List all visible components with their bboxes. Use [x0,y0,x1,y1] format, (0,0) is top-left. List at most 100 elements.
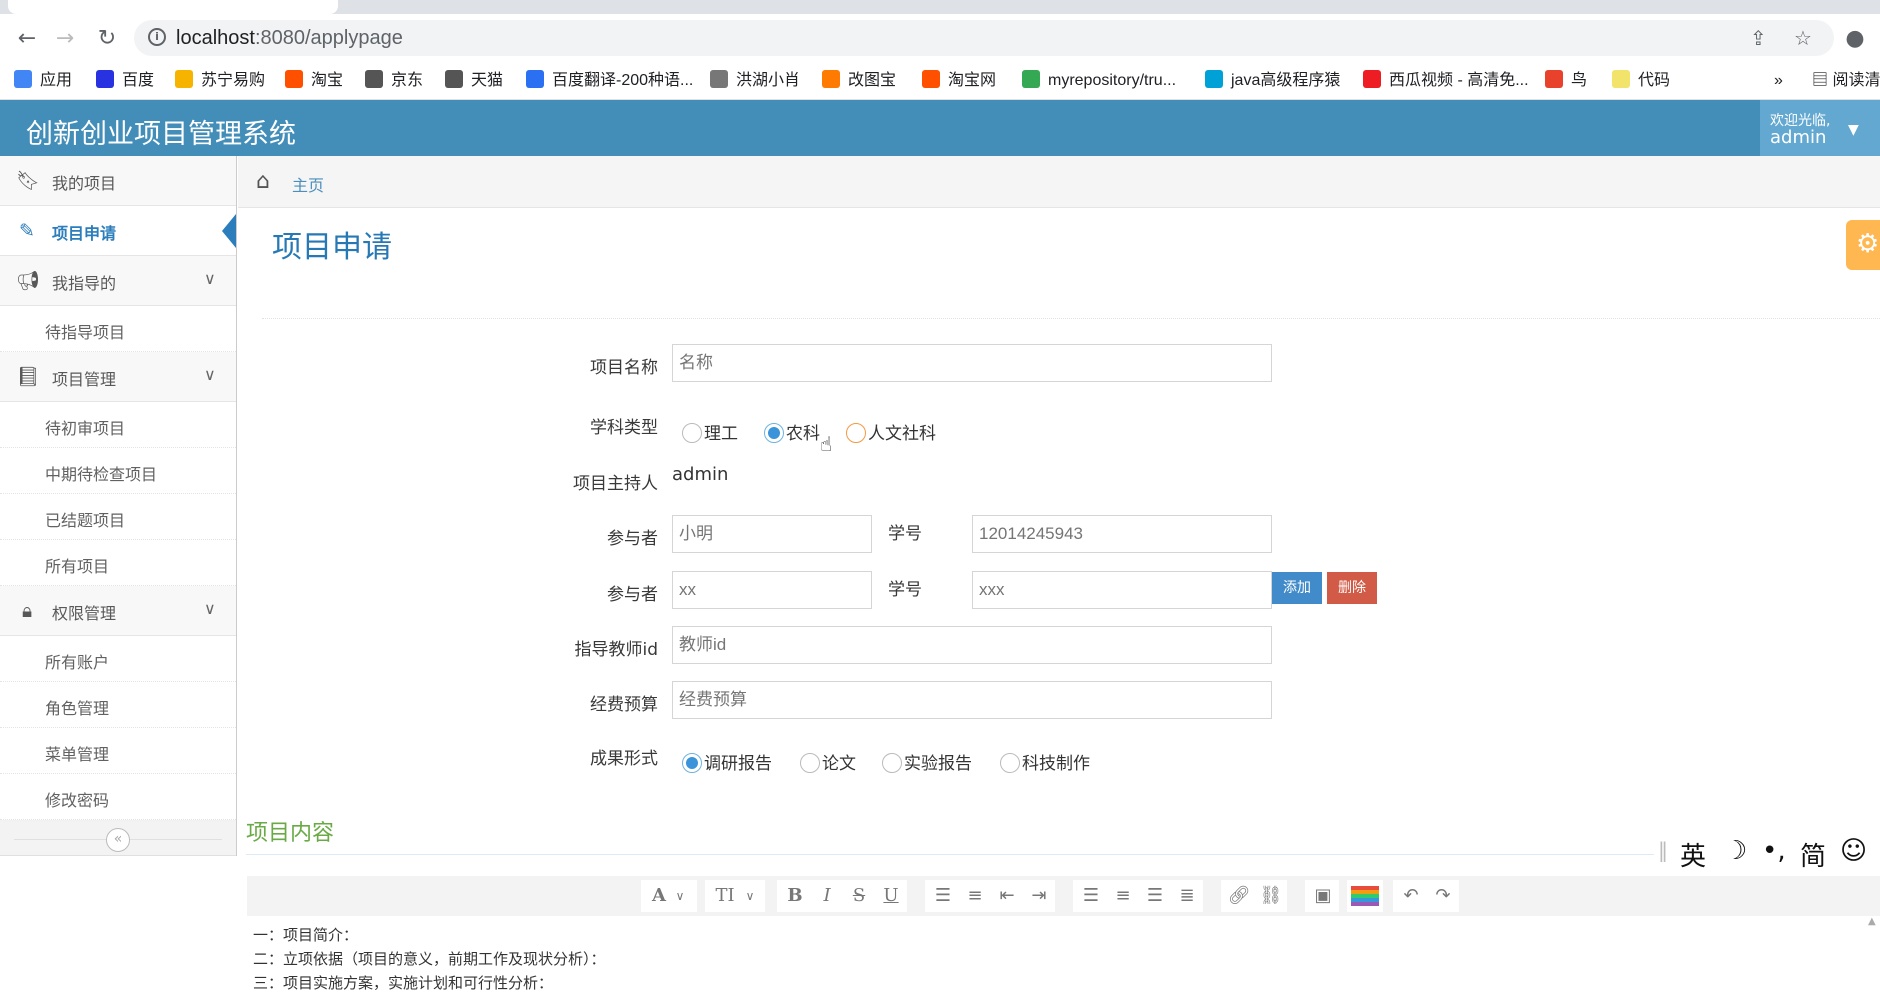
browser-tab[interactable] [8,0,338,14]
sidebar-subitem-roles[interactable]: 角色管理 [0,682,236,728]
scroll-up-icon[interactable]: ▲ [1868,916,1880,930]
sidebar-subitem-change-password[interactable]: 修改密码 [0,774,236,820]
sidebar-subitem-midterm[interactable]: 中期待检查项目 [0,448,236,494]
result-radio-experiment[interactable]: 实验报告 [882,749,972,774]
bookmark-item[interactable]: 淘宝网 [922,70,996,92]
unlink-icon[interactable]: ⛓ [1253,880,1289,912]
student-id-input[interactable] [972,515,1272,553]
bookmark-item[interactable]: 应用 [14,70,72,92]
sidebar-subitem-menus[interactable]: 菜单管理 [0,728,236,774]
bookmark-item[interactable]: 改图宝 [822,70,896,92]
bookmark-item[interactable]: java高级程序猿 [1205,70,1340,92]
sidebar-item-my-projects[interactable]: 🔖︎ 我的项目 [0,156,236,206]
underline-icon[interactable]: U [873,880,909,912]
link-icon[interactable]: 🔗︎ [1221,880,1257,912]
breadcrumb-home[interactable]: 主页 [292,172,324,196]
bookmark-item[interactable]: 天猫 [445,70,503,92]
sidebar-subitem-label: 角色管理 [45,699,110,718]
sidebar-item-apply[interactable]: ✎ 项目申请 [0,206,236,256]
emoji-icon[interactable]: ☺ [1840,836,1867,866]
student-id-input[interactable] [972,571,1272,609]
result-radio-tech[interactable]: 科技制作 [1000,749,1090,774]
subject-radio-agriculture[interactable]: 农科 [764,419,820,444]
bookmark-item[interactable]: 苏宁易购 [175,70,265,92]
radio-button[interactable] [882,753,902,773]
font-color-dropdown[interactable]: A ∨ [641,880,697,912]
color-palette-icon[interactable]: . [1351,886,1379,906]
sidebar-item-guided[interactable]: 📢︎ 我指导的 ∨ [0,256,236,306]
bookmark-item[interactable]: 代码 [1612,70,1670,92]
teacher-id-input[interactable] [672,626,1272,664]
sidebar-collapse-bar: « [0,822,236,856]
bookmark-item[interactable]: 鸟 [1545,70,1587,92]
bullet-list-icon[interactable]: ☰ [925,880,961,912]
bookmarks-overflow-icon[interactable]: » [1774,70,1783,92]
image-icon[interactable]: ▣ [1305,880,1341,912]
punctuation-icon[interactable]: •, [1762,836,1786,866]
bookmark-item[interactable]: 西瓜视频 - 高清免... [1363,70,1529,92]
address-bar[interactable]: i localhost:8080/applypage ⇪ ☆ [134,20,1834,56]
radio-button[interactable] [846,423,866,443]
drag-handle-icon[interactable]: ‖ [1658,838,1668,862]
divider [262,318,1880,319]
radio-button[interactable] [800,753,820,773]
sidebar-subitem-first-review[interactable]: 待初审项目 [0,402,236,448]
ime-simplified-toggle[interactable]: 简 [1800,836,1826,873]
align-justify-icon[interactable]: ≣ [1169,880,1205,912]
radio-button[interactable] [682,423,702,443]
add-participant-button[interactable]: 添加 [1272,572,1322,604]
project-name-input[interactable] [672,344,1272,382]
radio-button[interactable] [1000,753,1020,773]
budget-input[interactable] [672,681,1272,719]
numbered-list-icon[interactable]: ≡ [957,880,993,912]
bold-icon[interactable]: B [777,880,813,912]
sidebar-subitem-concluded[interactable]: 已结题项目 [0,494,236,540]
align-right-icon[interactable]: ☰ [1137,880,1173,912]
ime-lang-toggle[interactable]: 英 [1680,836,1706,873]
result-radio-survey[interactable]: 调研报告 [682,749,772,774]
delete-participant-button[interactable]: 删除 [1327,572,1377,604]
reading-list-button[interactable]: ▤ 阅读清 [1812,70,1880,92]
sidebar-subitem-all-accounts[interactable]: 所有账户 [0,636,236,682]
bookmark-item[interactable]: myrepository/tru... [1022,70,1176,92]
book-icon: 📘︎ [16,366,41,388]
profile-icon[interactable]: ● [1840,24,1870,54]
back-icon[interactable]: ← [12,24,42,54]
align-left-icon[interactable]: ☰ [1073,880,1109,912]
forward-icon[interactable]: → [50,24,80,54]
bookmark-item[interactable]: 百度翻译-200种语... [526,70,693,92]
italic-icon[interactable]: I [809,880,845,912]
bookmark-item[interactable]: 淘宝 [285,70,343,92]
app-header: 创新创业项目管理系统 欢迎光临, admin ▼ [0,100,1880,156]
indent-icon[interactable]: ⇥ [1021,880,1057,912]
sidebar-subitem-pending-guide[interactable]: 待指导项目 [0,306,236,352]
align-center-icon[interactable]: ≡ [1105,880,1141,912]
subject-radio-humanities[interactable]: 人文社科 [846,419,936,444]
outdent-icon[interactable]: ⇤ [989,880,1025,912]
sidebar-item-project-manage[interactable]: 📘︎ 项目管理 ∨ [0,352,236,402]
subject-radio-engineering[interactable]: 理工 [682,419,738,444]
star-icon[interactable]: ☆ [1794,26,1812,50]
font-size-dropdown[interactable]: TI ∨ [705,880,765,912]
result-radio-paper[interactable]: 论文 [800,749,856,774]
home-icon[interactable]: ⌂ [256,169,270,194]
sidebar-subitem-all-projects[interactable]: 所有项目 [0,540,236,586]
radio-button[interactable] [682,753,702,773]
editor-body[interactable]: 一：项目简介： 二：立项依据（项目的意义，前期工作及现状分析）： 三：项目实施方… [247,916,1880,992]
user-menu[interactable]: 欢迎光临, admin ▼ [1760,100,1880,156]
strikethrough-icon[interactable]: S [841,880,877,912]
bookmark-item[interactable]: 洪湖小肖 [710,70,800,92]
gear-icon[interactable]: ⚙ [1846,220,1880,270]
collapse-icon[interactable]: « [106,828,130,852]
url-text[interactable]: localhost:8080/applypage [176,27,403,50]
share-icon[interactable]: ⇪ [1750,26,1767,50]
undo-icon[interactable]: ↶ [1393,880,1429,912]
bookmark-item[interactable]: 京东 [365,70,423,92]
reload-icon[interactable]: ↻ [92,24,122,54]
moon-icon[interactable]: ☽ [1724,836,1747,866]
sidebar-item-permissions[interactable]: 🔒︎ 权限管理 ∨ [0,586,236,636]
bookmark-item[interactable]: 百度 [96,70,154,92]
redo-icon[interactable]: ↷ [1425,880,1461,912]
site-info-icon[interactable]: i [148,28,166,46]
radio-button[interactable] [764,423,784,443]
